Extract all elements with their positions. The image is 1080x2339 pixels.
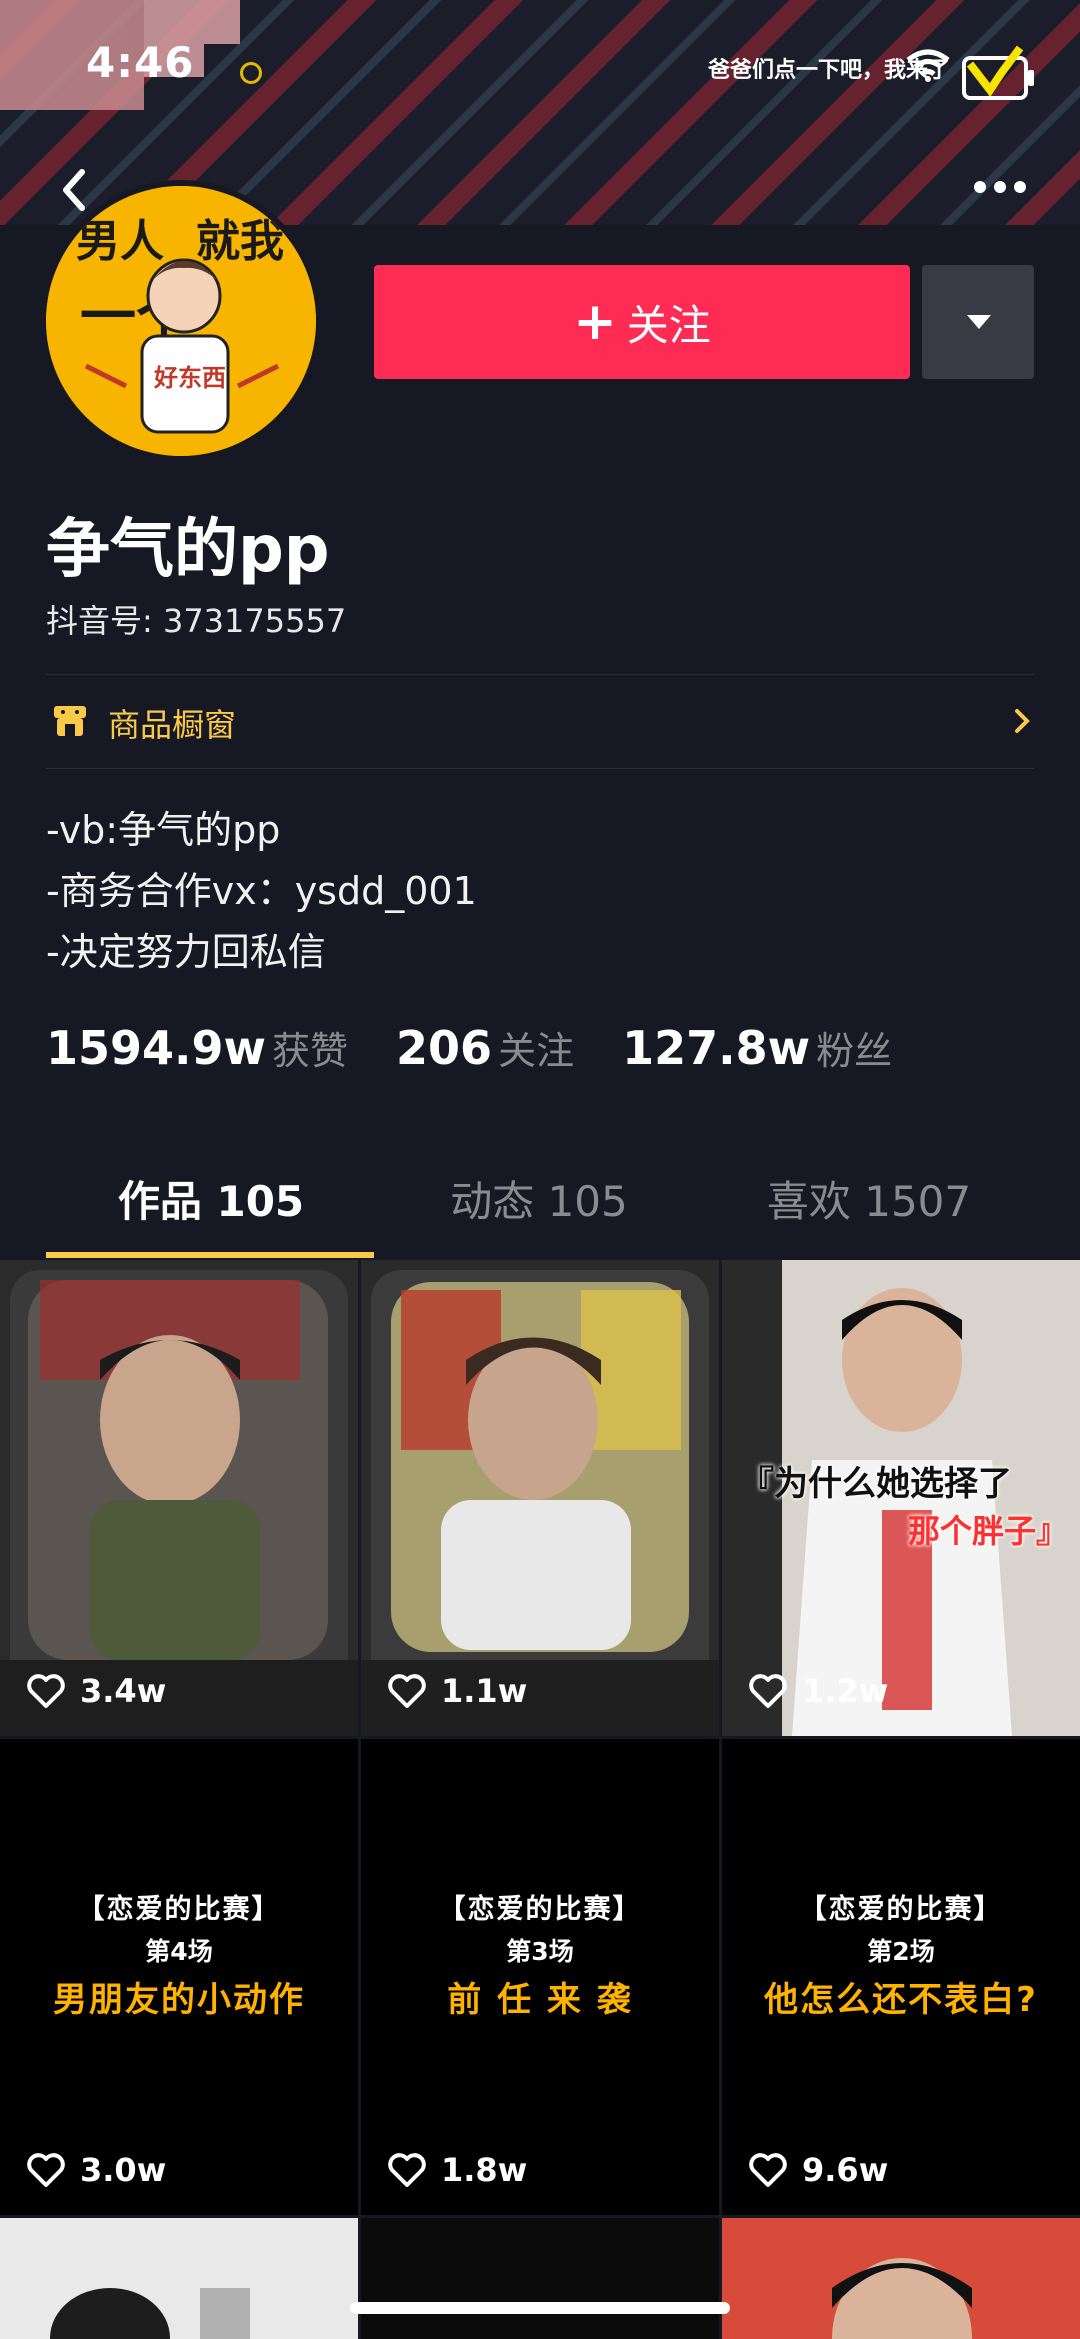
caption-title: 【恋爱的比赛】: [438, 1894, 642, 1925]
location-icon: [240, 62, 262, 84]
avatar[interactable]: 男人 就我 一个 好东西: [46, 186, 316, 456]
back-button[interactable]: [52, 160, 102, 220]
caption-title: 【恋爱的比赛】: [77, 1894, 281, 1925]
stat-followers[interactable]: 127.8w 粉丝: [622, 1020, 892, 1075]
caption-round: 第3场: [506, 1937, 574, 1966]
like-count-text: 3.0w: [80, 2151, 167, 2189]
video-thumbnail[interactable]: [0, 2218, 358, 2339]
triangle-down-icon: [967, 315, 991, 329]
battery-icon: [962, 45, 1034, 100]
wifi-icon: [906, 49, 950, 82]
douyin-id: 抖音号: 373175557: [46, 602, 347, 640]
caption-topic: 他怎么还不表白?: [764, 1980, 1038, 2020]
stat-label: 获赞: [272, 1029, 349, 1073]
tab-posts[interactable]: 动态 105: [374, 1160, 704, 1260]
video-thumbnail[interactable]: 1.1w: [361, 1260, 719, 1736]
like-count-text: 9.6w: [802, 2151, 889, 2189]
video-frame: [361, 2218, 719, 2339]
video-frame: [361, 1260, 719, 1736]
heart-icon: [27, 1674, 65, 1708]
heart-icon: [388, 2153, 426, 2187]
caption-topic: 男朋友的小动作: [53, 1980, 305, 2020]
video-thumbnail[interactable]: [361, 2218, 719, 2339]
stats-row: 1594.9w 获赞 206 关注 127.8w 粉丝: [46, 1020, 940, 1080]
heart-icon: [749, 2153, 787, 2187]
like-count: 3.4w: [26, 1672, 166, 1710]
bio: -vb:争气的pp -商务合作vx：ysdd_001 -决定努力回私信: [46, 800, 477, 983]
bio-line: -决定努力回私信: [46, 930, 326, 974]
shop-window-label: 商品橱窗: [108, 706, 237, 744]
video-overlay-text: 那个胖子』: [908, 1512, 1069, 1550]
nickname: 争气的pp: [46, 513, 330, 587]
video-thumbnail[interactable]: 【恋爱的比赛】 第4场 男朋友的小动作 3.0w: [0, 1739, 358, 2215]
like-count-text: 1.8w: [441, 2151, 528, 2189]
video-thumbnail[interactable]: 【恋爱的比赛】 第2场 他怎么还不表白? 9.6w: [722, 1739, 1080, 2215]
chevron-right-icon: [1015, 709, 1030, 733]
like-count: 9.6w: [748, 2151, 888, 2189]
video-frame: [722, 2218, 1080, 2339]
tab-liked[interactable]: 喜欢 1507: [704, 1160, 1034, 1260]
avatar-text-4: 好东西: [153, 364, 226, 392]
recommend-dropdown-button[interactable]: [922, 265, 1034, 379]
avatar-illustration: 男人 就我 一个 好东西: [46, 186, 316, 456]
video-thumbnail[interactable]: 3.4w: [0, 1260, 358, 1736]
video-frame: [0, 2218, 358, 2339]
heart-icon: [749, 1674, 787, 1708]
home-indicator[interactable]: [350, 2302, 730, 2314]
video-thumbnail[interactable]: 『为什么她选择了 那个胖子』 1.2w: [722, 1260, 1080, 1736]
stat-value: 127.8w: [622, 1021, 811, 1075]
video-caption: 【恋爱的比赛】 第2场 他怎么还不表白?: [722, 1887, 1080, 2021]
stat-likes[interactable]: 1594.9w 获赞: [46, 1020, 348, 1075]
like-count: 3.0w: [26, 2151, 166, 2189]
caption-topic: 前 任 来 袭: [447, 1980, 633, 2020]
like-count-text: 1.1w: [441, 1672, 528, 1710]
video-caption: 【恋爱的比赛】 第4场 男朋友的小动作: [0, 1887, 358, 2021]
divider: [46, 768, 1034, 769]
bio-line: -vb:争气的pp: [46, 808, 281, 852]
video-caption: 【恋爱的比赛】 第3场 前 任 来 袭: [361, 1887, 719, 2021]
caption-round: 第4场: [145, 1937, 213, 1966]
caption-title: 【恋爱的比赛】: [799, 1894, 1003, 1925]
more-options-button[interactable]: [972, 172, 1028, 202]
stat-following[interactable]: 206 关注: [396, 1020, 574, 1075]
stat-value: 206: [396, 1021, 493, 1075]
status-time: 4:46: [86, 38, 195, 87]
status-bar: 4:46 爸爸们点一下吧，我来了: [0, 0, 1080, 130]
video-frame: [0, 1260, 358, 1736]
like-count: 1.8w: [387, 2151, 527, 2189]
follow-label: 关注: [626, 300, 711, 350]
profile-tabs: 作品 105 动态 105 喜欢 1507: [0, 1160, 1080, 1260]
like-count-text: 1.2w: [802, 1672, 889, 1710]
stat-label: 关注: [498, 1029, 575, 1073]
divider: [46, 674, 1034, 675]
stat-label: 粉丝: [816, 1029, 893, 1073]
follow-button[interactable]: + 关注: [374, 265, 910, 379]
shop-icon: [54, 706, 86, 736]
tab-works[interactable]: 作品 105: [46, 1160, 376, 1260]
avatar-text-1: 男人: [76, 216, 164, 267]
tab-indicator: [46, 1252, 374, 1258]
like-count: 1.2w: [748, 1672, 888, 1710]
heart-icon: [388, 1674, 426, 1708]
avatar-text-2: 就我: [196, 216, 284, 267]
bio-line: -商务合作vx：ysdd_001: [46, 869, 477, 913]
like-count-text: 3.4w: [80, 1672, 167, 1710]
shop-window-row[interactable]: 商品橱窗: [46, 676, 1034, 768]
heart-icon: [27, 2153, 65, 2187]
plus-icon: +: [573, 292, 617, 352]
caption-round: 第2场: [867, 1937, 935, 1966]
like-count: 1.1w: [387, 1672, 527, 1710]
stat-value: 1594.9w: [46, 1021, 267, 1075]
video-thumbnail[interactable]: [722, 2218, 1080, 2339]
video-thumbnail[interactable]: 【恋爱的比赛】 第3场 前 任 来 袭 1.8w: [361, 1739, 719, 2215]
video-overlay-text: 『为什么她选择了: [740, 1464, 1012, 1504]
